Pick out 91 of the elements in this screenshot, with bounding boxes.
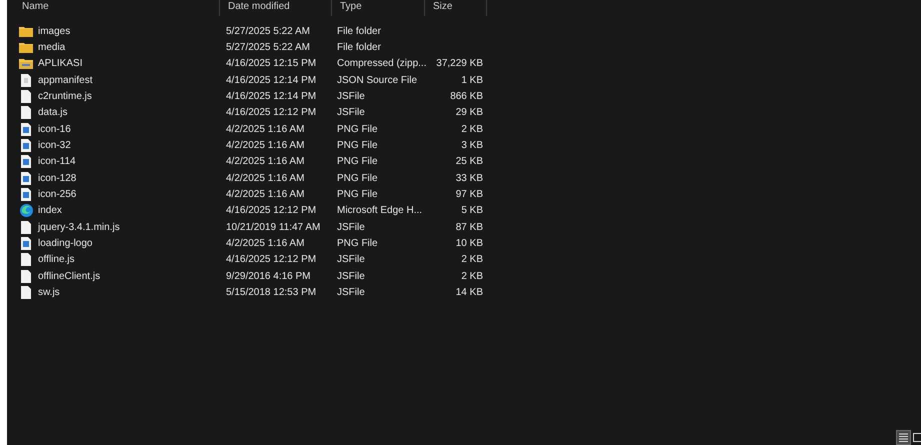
size-cell-text: 2 KB (461, 122, 483, 137)
image-file-icon (21, 139, 31, 152)
folder-icon (19, 26, 33, 37)
size-cell-text: 97 KB (456, 188, 483, 202)
date-cell-text: 4/16/2025 12:12 PM (226, 204, 318, 218)
file-icon (21, 253, 31, 266)
date-cell-text: 4/16/2025 12:14 PM (226, 74, 318, 88)
file-icon (21, 270, 31, 283)
file-name[interactable]: offline.js (38, 252, 75, 268)
tiles-view-button[interactable] (913, 430, 921, 445)
date-cell-text: 5/27/2025 5:22 AM (226, 41, 311, 56)
tiles-icon (913, 433, 921, 442)
date-cell-text: 9/29/2016 4:16 PM (226, 270, 312, 284)
size-cell-text: 33 KB (456, 172, 483, 186)
zip-folder-icon (19, 58, 33, 70)
folder-icon (19, 42, 33, 54)
size-cell-text: 29 KB (456, 106, 483, 120)
size-cell-text: 14 KB (456, 286, 483, 300)
type-cell-text: Compressed (zipp... (337, 57, 427, 72)
size-cell-text: 2 KB (461, 253, 483, 268)
file-name[interactable]: index (38, 203, 62, 218)
type-cell-text: JSFile (337, 253, 366, 268)
file-name[interactable]: appmanifest (38, 72, 92, 88)
size-cell-text: 10 KB (456, 237, 483, 252)
type-cell-text: JSFile (337, 106, 366, 120)
file-name[interactable]: offlineClient.js (38, 268, 100, 284)
size-cell-text: 5 KB (461, 204, 483, 218)
file-name[interactable]: media (38, 40, 66, 56)
image-file-icon (21, 188, 31, 202)
type-cell-text: JSFile (337, 286, 366, 300)
type-cell-text: PNG File (337, 155, 379, 170)
size-cell-text: 25 KB (456, 155, 483, 170)
date-cell-text: 4/2/2025 1:16 AM (226, 172, 306, 186)
size-cell-text: 87 KB (456, 220, 483, 235)
type-cell-text: JSFile (337, 90, 366, 104)
type-cell-text: JSON Source File (337, 74, 418, 88)
date-cell-text: 4/2/2025 1:16 AM (226, 188, 306, 202)
date-cell-text: 4/16/2025 12:14 PM (226, 90, 318, 104)
file-icon (21, 74, 31, 87)
file-name[interactable]: c2runtime.js (38, 89, 92, 104)
file-icon (21, 286, 31, 300)
type-cell-text: File folder (337, 24, 382, 39)
image-file-icon (21, 122, 31, 136)
file-name[interactable]: icon-32 (38, 138, 71, 154)
type-cell-text: Microsoft Edge H... (337, 204, 424, 218)
file-icon (21, 106, 31, 120)
size-cell-text: 866 KB (450, 90, 483, 104)
date-cell-text: 4/16/2025 12:12 PM (226, 106, 318, 120)
date-cell-text: 4/2/2025 1:16 AM (226, 155, 306, 170)
date-cell-text: 10/21/2019 11:47 AM (226, 220, 322, 235)
image-file-icon (21, 237, 31, 250)
type-cell-text: PNG File (337, 237, 379, 252)
column-header[interactable]: Date modified (228, 0, 331, 13)
date-cell-text: 4/2/2025 1:16 AM (226, 122, 306, 137)
date-cell-text: 4/2/2025 1:16 AM (226, 237, 306, 252)
date-cell-text: 4/2/2025 1:16 AM (226, 139, 306, 154)
date-cell-text: 4/16/2025 12:12 PM (226, 253, 318, 268)
file-name[interactable]: sw.js (38, 285, 60, 300)
file-icon (21, 220, 31, 234)
file-name[interactable]: icon-128 (38, 170, 76, 186)
column-header[interactable]: Name (22, 0, 219, 13)
size-cell-text: 1 KB (461, 74, 483, 88)
file-name[interactable]: data.js (38, 105, 68, 120)
type-cell-text: JSFile (337, 270, 366, 284)
size-cell-text: 37,229 KB (436, 57, 483, 72)
file-name[interactable]: images (38, 24, 70, 39)
file-icon (21, 90, 31, 104)
size-cell-text: 2 KB (461, 270, 483, 284)
type-cell-text: JSFile (337, 220, 366, 235)
type-cell-text: PNG File (337, 122, 379, 137)
details-view-button[interactable] (896, 430, 911, 445)
type-cell-text: PNG File (337, 172, 379, 186)
file-name[interactable]: icon-114 (38, 154, 76, 170)
date-cell-text: 5/27/2025 5:22 AM (226, 24, 311, 39)
file-name[interactable]: jquery-3.4.1.min.js (38, 220, 120, 235)
image-file-icon (21, 155, 31, 168)
date-cell-text: 5/15/2018 12:53 PM (226, 286, 318, 300)
file-name[interactable]: APLIKASI (38, 56, 82, 72)
type-cell-text: File folder (337, 41, 382, 56)
list-icon (899, 433, 908, 442)
type-cell-text: PNG File (337, 139, 379, 154)
image-file-icon (21, 172, 31, 185)
edge-icon (20, 204, 32, 218)
file-name[interactable]: icon-256 (38, 187, 76, 202)
type-cell-text: PNG File (337, 188, 379, 202)
file-name[interactable]: icon-16 (38, 122, 71, 137)
size-cell-text: 3 KB (461, 139, 483, 154)
column-header[interactable]: Type (340, 0, 424, 13)
date-cell-text: 4/16/2025 12:15 PM (226, 57, 318, 72)
file-name[interactable]: loading-logo (38, 236, 92, 252)
column-header[interactable]: Size (433, 0, 486, 13)
